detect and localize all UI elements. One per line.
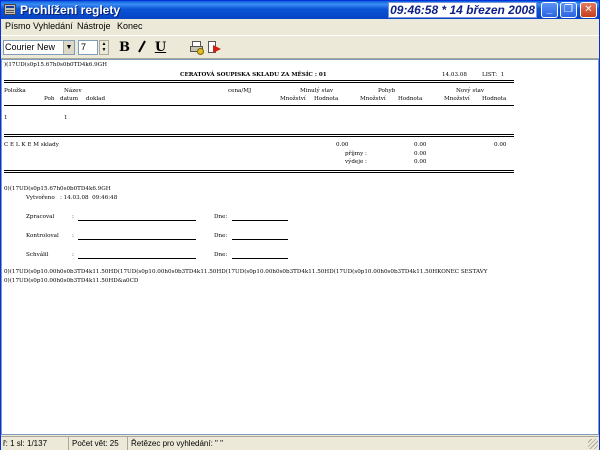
printer-code-line: )(17UD(s0p15.67h0s0b0TD4k6.9GH <box>4 62 108 68</box>
vydeje-label: výdeje : <box>345 159 367 165</box>
font-select-value: Courier New <box>5 42 56 52</box>
header-mnozstvi-3: Množství <box>444 96 470 102</box>
resize-grip-icon[interactable] <box>588 439 598 449</box>
status-count: Počet vět: 25 <box>70 437 128 450</box>
close-button[interactable]: ✕ <box>580 2 597 18</box>
font-select[interactable]: Courier New ▼ <box>3 40 75 55</box>
printer-code-line: 0)(17UD(s0p10.00h0s0b3TD4k11.50HD&a0CD <box>4 278 139 284</box>
clock-display: 09:46:58 * 14 březen 2008 <box>388 2 537 18</box>
double-rule <box>4 170 514 173</box>
status-search: Řetězec pro vyhledání: " " <box>131 439 223 448</box>
header-polozka: Položka <box>4 88 26 94</box>
toolbar: Courier New ▼ 7 ▲ ▼ B U <box>1 35 599 59</box>
vydeje-value: 0.00 <box>414 159 427 165</box>
row-polozka: 1 <box>4 115 8 121</box>
prijmy-label: příjmy : <box>345 151 367 157</box>
header-hodnota-2: Hodnota <box>398 96 423 102</box>
signature-line <box>78 220 196 221</box>
document-view[interactable]: )(17UD(s0p15.67h0s0b0TD4k6.9GH CERATOVÁ … <box>1 59 599 435</box>
window-title: Prohlížení reglety <box>20 3 121 17</box>
sign-label-zpracoval: Zpracoval <box>26 214 55 220</box>
header-nazev: Název <box>64 88 82 94</box>
header-doklad: doklad <box>86 96 106 102</box>
header-mnozstvi-1: Množství <box>280 96 306 102</box>
header-hodnota-1: Hodnota <box>314 96 339 102</box>
report-title: CERATOVÁ SOUPISKA SKLADU ZA MĚSÍC : 01 <box>180 72 327 78</box>
signature-line <box>78 258 196 259</box>
double-rule <box>4 134 514 137</box>
status-position: ř: 1 sl: 1/137 <box>1 437 69 450</box>
header-mnozstvi-2: Množství <box>360 96 386 102</box>
report-content: )(17UD(s0p15.67h0s0b0TD4k6.9GH CERATOVÁ … <box>2 60 598 434</box>
total-pohyb: 0.00 <box>414 142 427 148</box>
header-pohyb: Pohyb <box>378 88 396 94</box>
vytvoreno-value: : 14.03.08 09:46:48 <box>60 195 118 201</box>
font-size-input[interactable]: 7 <box>78 40 98 55</box>
prijmy-value: 0.00 <box>414 151 427 157</box>
total-minuly: 0.00 <box>336 142 349 148</box>
title-bar[interactable]: Prohlížení reglety 09:46:58 * 14 březen … <box>1 1 599 19</box>
sign-label-kontroloval: Kontroloval <box>26 233 59 239</box>
font-size-stepper[interactable]: ▲ ▼ <box>99 40 109 55</box>
printer-code-line: 0)(17UD(s0p15.67h0s0b0TD4k6.9GH <box>4 186 111 192</box>
header-minuly-stav: Minulý stav <box>300 88 334 94</box>
menu-konec[interactable]: Konec <box>117 19 143 34</box>
vytvoreno-label: Vytvořeno <box>26 195 55 201</box>
report-sheet: LIST: 1 <box>482 72 505 78</box>
total-novy: 0.00 <box>494 142 507 148</box>
app-window: Prohlížení reglety 09:46:58 * 14 březen … <box>0 0 600 450</box>
header-hodnota-3: Hodnota <box>482 96 507 102</box>
menu-pismo[interactable]: Písmo <box>5 19 31 34</box>
menu-bar: Písmo Vyhledání Nástroje Konec <box>1 19 599 34</box>
chevron-down-icon[interactable]: ▼ <box>63 41 74 54</box>
menu-nastroje[interactable]: Nástroje <box>77 19 111 34</box>
italic-button[interactable] <box>135 40 150 56</box>
maximize-button[interactable]: ❐ <box>560 2 577 18</box>
sign-date-label: Dne: <box>214 252 228 258</box>
date-line <box>232 239 288 240</box>
bold-button[interactable]: B <box>117 40 132 56</box>
status-bar: ř: 1 sl: 1/137 Počet vět: 25 Řetězec pro… <box>1 436 599 450</box>
celkem-label: C E L K E M sklady <box>4 142 59 148</box>
double-rule <box>4 80 514 83</box>
header-cena: cena/MJ <box>228 88 252 94</box>
header-poh: Poh <box>44 96 55 102</box>
signature-line <box>78 239 196 240</box>
header-datum: datum <box>60 96 79 102</box>
print-preview-icon[interactable] <box>190 40 205 55</box>
minimize-button[interactable]: _ <box>541 2 558 18</box>
sign-label-schvalil: Schválil <box>26 252 49 258</box>
date-line <box>232 258 288 259</box>
header-novy-stav: Nový stav <box>456 88 484 94</box>
single-rule <box>4 105 514 106</box>
sign-date-label: Dne: <box>214 233 228 239</box>
date-line <box>232 220 288 221</box>
app-icon[interactable] <box>4 4 16 15</box>
underline-button[interactable]: U <box>153 40 168 56</box>
menu-vyhledani[interactable]: Vyhledání <box>33 19 73 34</box>
report-date: 14.03.08 <box>442 72 467 78</box>
sign-date-label: Dne: <box>214 214 228 220</box>
exit-icon[interactable] <box>207 40 222 55</box>
row-nazev: 1 <box>64 115 68 121</box>
italic-icon <box>138 40 146 53</box>
printer-code-line: 0)(17UD(s0p10.00h0s0b3TD4k11.50HD(17UD(s… <box>4 269 488 275</box>
